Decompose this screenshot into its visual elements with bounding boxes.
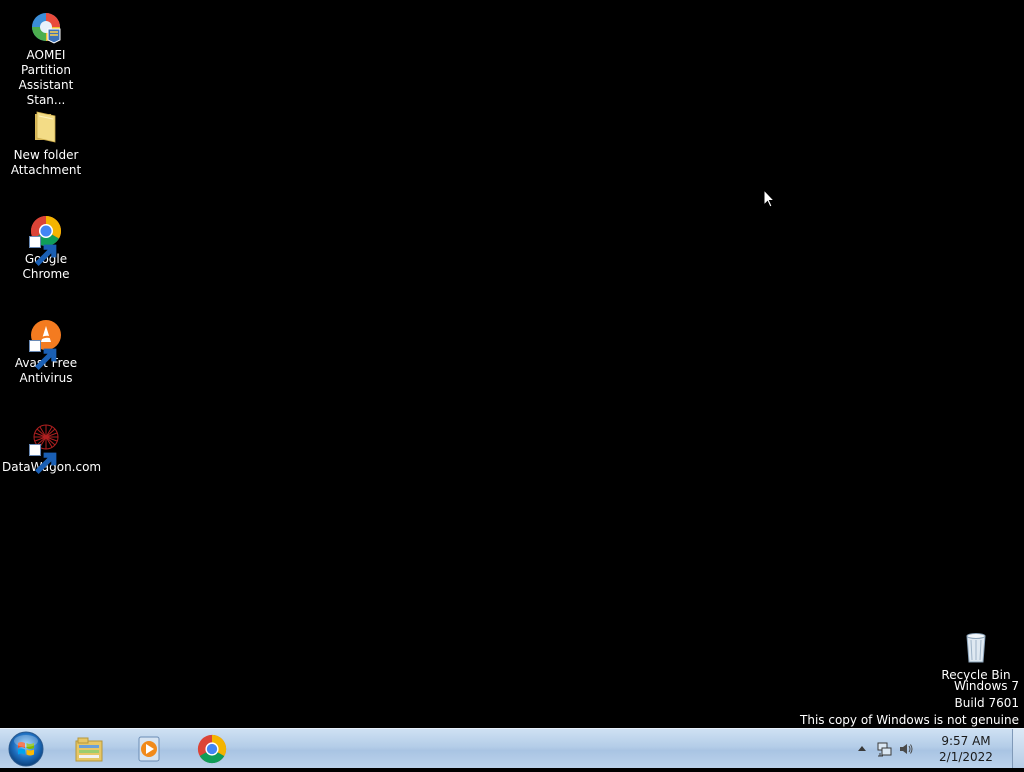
aomei-partition-icon	[29, 10, 63, 44]
desktop-icon-avast[interactable]: Avast Free Antivirus	[0, 318, 92, 386]
shortcut-arrow-icon	[29, 340, 57, 371]
windows-genuine-watermark: Windows 7 Build 7601 This copy of Window…	[800, 678, 1019, 729]
avast-icon	[29, 318, 63, 371]
desktop-icon-recycle-bin[interactable]: Recycle Bin	[930, 630, 1022, 683]
watermark-genuine-notice: This copy of Windows is not genuine	[800, 713, 1019, 727]
desktop-icon-label: New folder Attachment	[10, 148, 82, 177]
folder-icon	[29, 110, 63, 144]
desktop-background[interactable]: AOMEI Partition Assistant Stan... New fo…	[0, 0, 1024, 728]
mouse-cursor-icon	[763, 188, 777, 209]
chrome-icon	[29, 214, 63, 267]
shortcut-arrow-icon	[29, 236, 57, 267]
shortcut-arrow-icon	[29, 444, 57, 475]
watermark-build: Build 7601	[954, 696, 1019, 710]
watermark-os-name: Windows 7	[953, 679, 1019, 693]
clock-time: 9:57 AM	[941, 734, 991, 748]
explorer-icon	[75, 737, 103, 762]
show-hidden-icons-icon[interactable]	[854, 741, 870, 757]
start-orb-icon	[8, 731, 44, 767]
desktop-icon-new-folder[interactable]: New folder Attachment	[0, 110, 92, 178]
taskbar-button-explorer[interactable]	[62, 731, 116, 767]
notification-area: 9:57 AM 2/1/2022	[854, 729, 1024, 769]
volume-icon[interactable]	[898, 741, 914, 757]
datawagon-icon	[29, 422, 63, 475]
desktop-icon-datawagon[interactable]: DataWagon.com	[0, 422, 101, 475]
desktop-icon-label: AOMEI Partition Assistant Stan...	[18, 48, 74, 107]
media-player-icon	[138, 736, 160, 762]
system-clock[interactable]: 9:57 AM 2/1/2022	[936, 733, 996, 765]
start-button[interactable]	[6, 730, 46, 768]
chrome-icon	[197, 734, 227, 764]
desktop-icon-aomei[interactable]: AOMEI Partition Assistant Stan...	[0, 10, 92, 108]
network-icon[interactable]	[876, 741, 892, 757]
clock-date: 2/1/2022	[939, 750, 993, 764]
show-desktop-button[interactable]	[1012, 729, 1024, 768]
recycle-bin-icon	[959, 630, 993, 664]
desktop-icon-google-chrome[interactable]: Google Chrome	[0, 214, 92, 282]
taskbar-button-chrome[interactable]	[185, 731, 239, 767]
taskbar-button-media-player[interactable]	[122, 731, 176, 767]
taskbar: 9:57 AM 2/1/2022	[0, 728, 1024, 768]
